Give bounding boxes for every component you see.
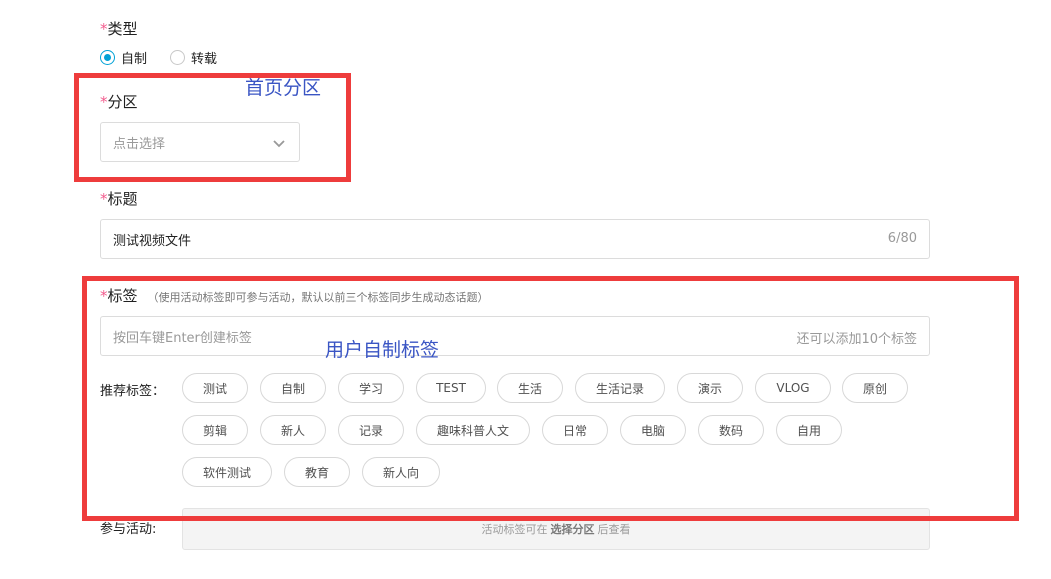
required-mark: * bbox=[100, 20, 108, 38]
radio-repost-label: 转载 bbox=[191, 52, 218, 67]
activity-text-bold: 选择分区 bbox=[550, 523, 595, 536]
annotation-user-tags: 用户自制标签 bbox=[325, 339, 440, 361]
radio-self-made[interactable]: 自制 bbox=[100, 48, 147, 67]
title-input[interactable]: 测试视频文件 6/80 bbox=[100, 219, 930, 259]
annotation-home-partition: 首页分区 bbox=[245, 77, 322, 99]
annotation-box-tags bbox=[82, 276, 1019, 521]
radio-self-made-label: 自制 bbox=[121, 52, 148, 67]
radio-repost[interactable]: 转载 bbox=[170, 48, 217, 67]
radio-checked-icon bbox=[100, 50, 115, 65]
activity-text-after: 后查看 bbox=[597, 523, 631, 536]
title-value: 测试视频文件 bbox=[113, 233, 192, 249]
title-label: *标题 bbox=[100, 190, 138, 208]
type-label: *类型 bbox=[100, 20, 138, 38]
required-mark: * bbox=[100, 190, 108, 208]
radio-unchecked-icon bbox=[170, 50, 185, 65]
activity-text-before: 活动标签可在 bbox=[481, 523, 548, 536]
title-counter: 6/80 bbox=[887, 231, 917, 246]
upload-form: *类型 自制 转载 *分区 点击选择 *标题 测试视频文件 6/80 *标签 （使… bbox=[0, 0, 1051, 579]
